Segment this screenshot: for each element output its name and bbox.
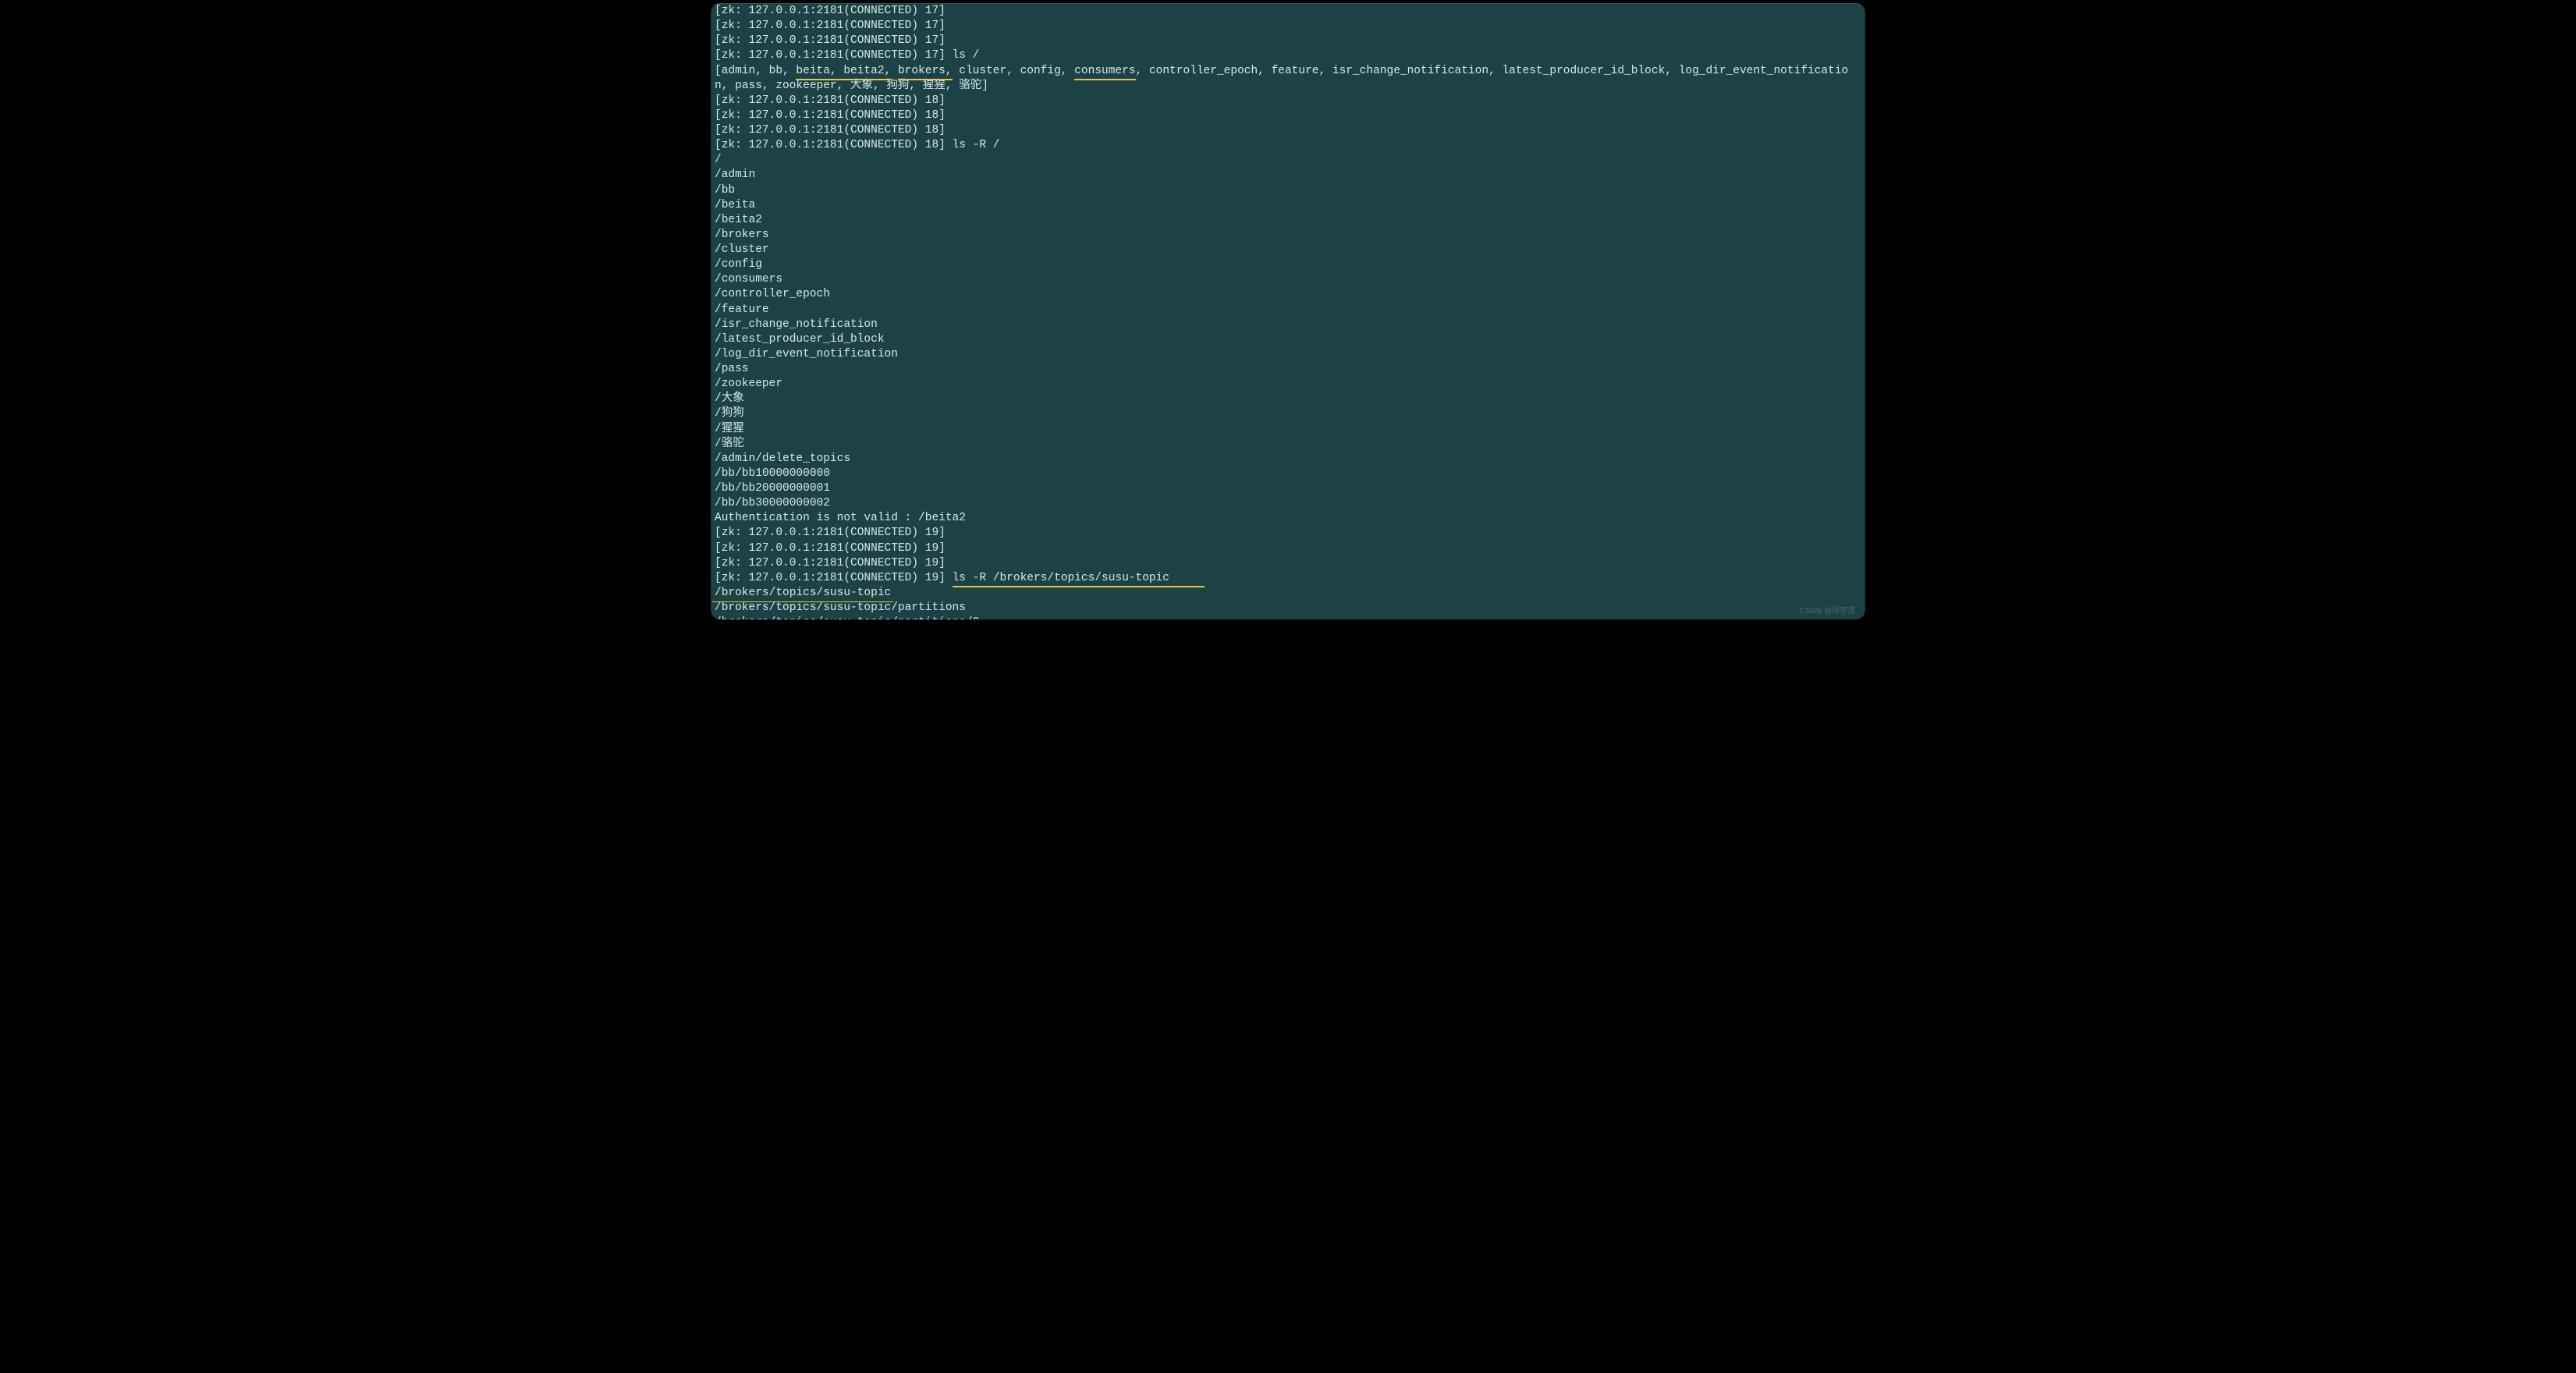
terminal-line: [admin, bb, beita, beita2, brokers, clus… xyxy=(715,64,1861,94)
terminal-line: /admin/delete_topics xyxy=(715,452,1861,467)
terminal-output: [zk: 127.0.0.1:2181(CONNECTED) 17][zk: 1… xyxy=(715,4,1861,619)
terminal-line: /brokers/topics/susu-topic xyxy=(715,586,1861,601)
terminal-line: /大象 xyxy=(715,392,1861,406)
terminal-line: /brokers xyxy=(715,228,1861,243)
terminal-line: /isr_change_notification xyxy=(715,318,1861,332)
terminal-line: [zk: 127.0.0.1:2181(CONNECTED) 18] ls -R… xyxy=(715,138,1861,153)
highlighted-znode-beita: beita, beita2, xyxy=(796,64,891,79)
watermark: CSDN @烁宇流 xyxy=(1800,606,1855,616)
terminal-line: [zk: 127.0.0.1:2181(CONNECTED) 19] xyxy=(715,526,1861,541)
terminal-line: [zk: 127.0.0.1:2181(CONNECTED) 19] xyxy=(715,556,1861,571)
terminal-line: /brokers/topics/susu-topic/partitions/0 xyxy=(715,616,1861,619)
terminal-line: / xyxy=(715,153,1861,168)
highlighted-command-ls-r: ls -R /brokers/topics/susu-topic xyxy=(953,571,1169,586)
terminal-line: /cluster xyxy=(715,243,1861,257)
terminal-line: /latest_producer_id_block xyxy=(715,332,1861,347)
terminal-line: [zk: 127.0.0.1:2181(CONNECTED) 19] ls -R… xyxy=(715,571,1861,586)
terminal-line: /controller_epoch xyxy=(715,287,1861,302)
terminal-line: /feature xyxy=(715,303,1861,318)
terminal-line: [zk: 127.0.0.1:2181(CONNECTED) 18] xyxy=(715,123,1861,138)
terminal-line: [zk: 127.0.0.1:2181(CONNECTED) 17] xyxy=(715,34,1861,48)
terminal-line: /config xyxy=(715,257,1861,272)
terminal-line: [zk: 127.0.0.1:2181(CONNECTED) 18] xyxy=(715,94,1861,108)
highlighted-znode-brokers: brokers, xyxy=(898,64,953,79)
terminal-line: /admin xyxy=(715,168,1861,183)
terminal-line: /log_dir_event_notification xyxy=(715,347,1861,362)
terminal-line: /zookeeper xyxy=(715,377,1861,392)
highlighted-path: /brokers/topics/susu-topic xyxy=(715,586,891,601)
terminal-line: /bb/bb20000000001 xyxy=(715,481,1861,496)
terminal-window[interactable]: [zk: 127.0.0.1:2181(CONNECTED) 17][zk: 1… xyxy=(711,3,1865,619)
terminal-line: /beita2 xyxy=(715,213,1861,228)
terminal-line: [zk: 127.0.0.1:2181(CONNECTED) 17] ls / xyxy=(715,48,1861,63)
terminal-line: [zk: 127.0.0.1:2181(CONNECTED) 17] xyxy=(715,4,1861,19)
terminal-line: /bb/bb30000000002 xyxy=(715,496,1861,511)
terminal-line: [zk: 127.0.0.1:2181(CONNECTED) 17] xyxy=(715,19,1861,34)
terminal-line: /bb xyxy=(715,183,1861,198)
terminal-line: /狗狗 xyxy=(715,406,1861,421)
terminal-line: /骆驼 xyxy=(715,437,1861,452)
terminal-line: [zk: 127.0.0.1:2181(CONNECTED) 18] xyxy=(715,108,1861,123)
terminal-line: /猩猩 xyxy=(715,422,1861,437)
terminal-line: /beita xyxy=(715,198,1861,213)
highlighted-znode-consumers: consumers xyxy=(1074,64,1135,79)
terminal-line: /consumers xyxy=(715,272,1861,287)
terminal-line: /bb/bb10000000000 xyxy=(715,467,1861,481)
terminal-line: /pass xyxy=(715,362,1861,377)
terminal-line: [zk: 127.0.0.1:2181(CONNECTED) 19] xyxy=(715,541,1861,556)
terminal-line: Authentication is not valid : /beita2 xyxy=(715,511,1861,526)
terminal-line: /brokers/topics/susu-topic/partitions xyxy=(715,601,1861,616)
